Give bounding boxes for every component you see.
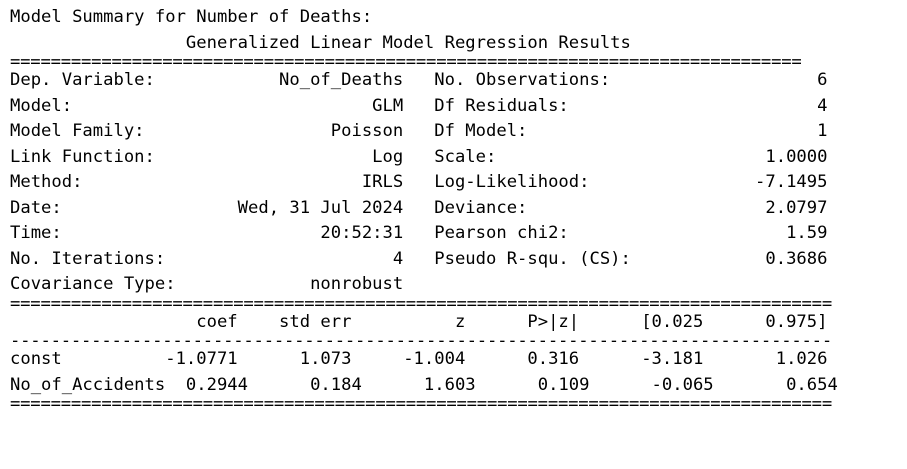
summary-caption: Model Summary for Number of Deaths: — [10, 7, 373, 27]
coef-row-const: const -1.0771 1.073 -1.004 0.316 -3.181 … — [10, 349, 828, 369]
model-summary-output: Model Summary for Number of Deaths: Gene… — [0, 0, 907, 410]
coef-row-accidents: No_of_Accidents 0.2944 0.184 1.603 0.109… — [10, 374, 838, 395]
separator-rule-dashed: ----------------------------------------… — [10, 335, 832, 347]
info-row-model: Model: GLM Df Residuals: 4 — [10, 95, 828, 116]
info-row-time: Time: 20:52:31 Pearson chi2: 1.59 — [10, 223, 828, 243]
info-row-method: Method: IRLS Log-Likelihood: -7.1495 — [10, 172, 828, 192]
info-row-date: Date: Wed, 31 Jul 2024 Deviance: 2.0797 — [10, 197, 828, 218]
summary-title: Generalized Linear Model Regression Resu… — [10, 32, 631, 53]
info-row-iterations: No. Iterations: 4 Pseudo R-squ. (CS): 0.… — [10, 248, 828, 269]
coef-table-header: coef std err z P>|z| [0.025 0.975] — [10, 311, 828, 332]
info-row-covariance-type: Covariance Type: nonrobust — [10, 274, 404, 294]
separator-rule-bottom: ========================================… — [10, 398, 832, 410]
separator-rule-top: ========================================… — [10, 56, 802, 68]
info-row-model-family: Model Family: Poisson Df Model: 1 — [10, 121, 828, 141]
info-row-dep-variable: Dep. Variable: No_of_Deaths No. Observat… — [10, 70, 828, 90]
info-row-link-function: Link Function: Log Scale: 1.0000 — [10, 146, 828, 167]
separator-rule-middle: ========================================… — [10, 297, 832, 310]
